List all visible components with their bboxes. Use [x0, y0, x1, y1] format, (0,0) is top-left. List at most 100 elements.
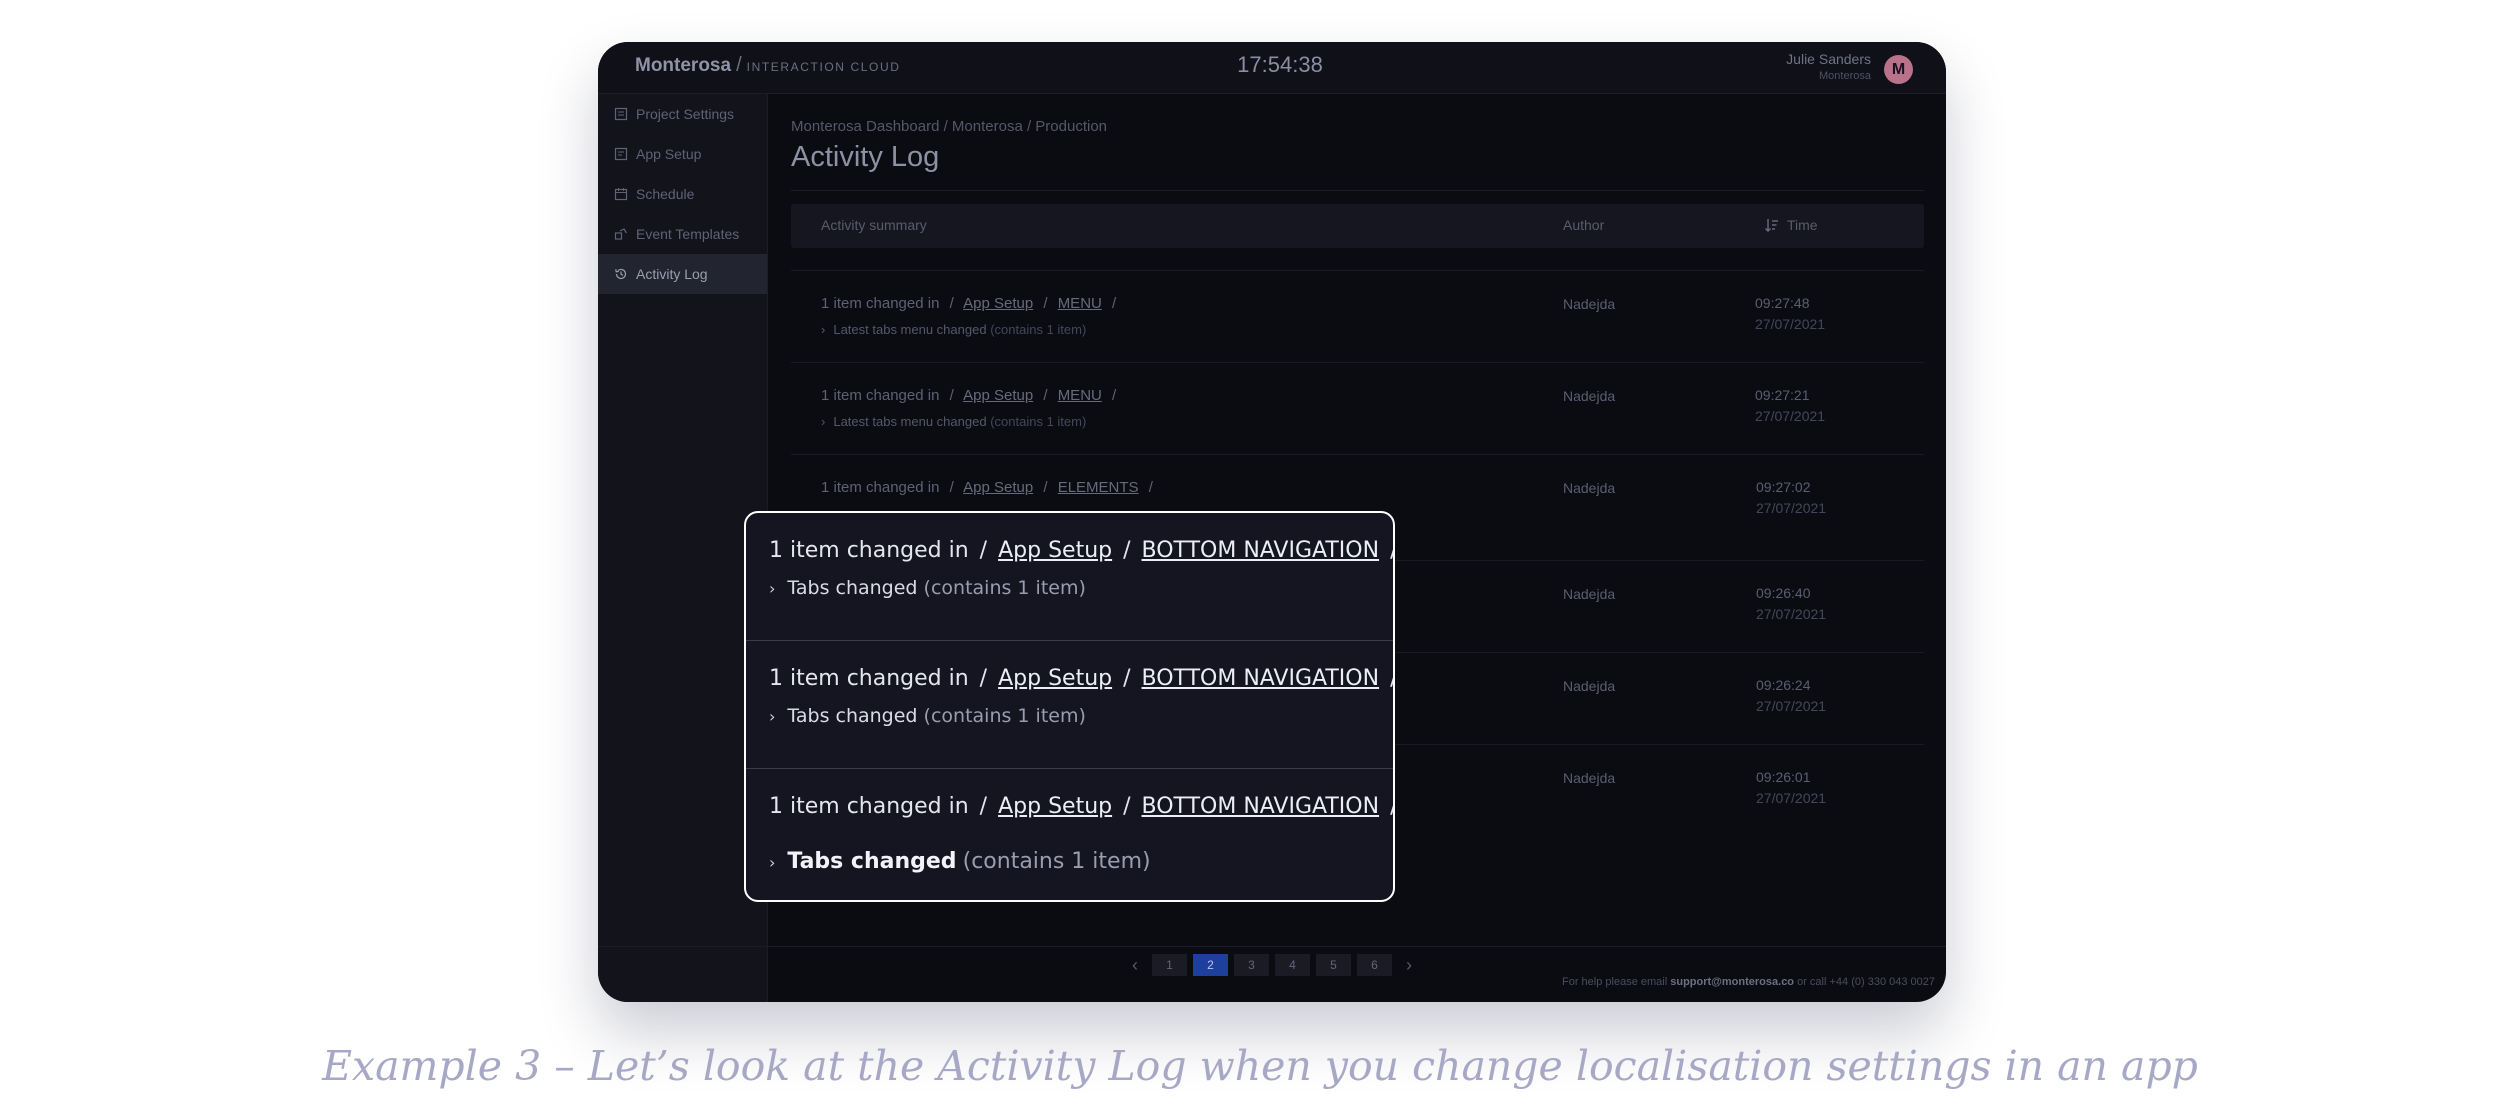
row-date: 27/07/2021 — [1756, 500, 1827, 516]
zoom-callout: 1 item changed in / App Setup / BOTTOM NAVIG… — [744, 511, 1395, 902]
row-prefix: 1 item changed in — [769, 538, 969, 563]
row-date: 27/07/2021 — [1756, 790, 1827, 806]
zoom-row[interactable]: 1 item changed in / App Setup / BOTTOM NAVIG… — [746, 513, 1393, 640]
page-button-1[interactable]: 1 — [1152, 954, 1187, 976]
table-header: Activity summary Author Time — [791, 204, 1924, 248]
row-summary: 1 item changed in / App Setup / MENU / — [821, 387, 1122, 404]
column-header-time[interactable]: Time — [1787, 217, 1818, 233]
section-link[interactable]: App Setup — [963, 387, 1033, 404]
support-email-link[interactable]: support@monterosa.co — [1670, 976, 1794, 988]
history-icon — [614, 267, 628, 281]
sidebar-item-app-setup[interactable]: App Setup — [598, 134, 767, 174]
row-count: (contains 1 item) — [990, 322, 1087, 337]
module-link[interactable]: MENU — [1058, 387, 1102, 404]
module-link[interactable]: BOTTOM NAVIGATION — [1142, 538, 1380, 563]
row-time: 09:27:02 — [1756, 479, 1811, 495]
row-detail: Tabs changed — [787, 577, 918, 599]
chevron-right-icon: › — [821, 414, 826, 429]
row-date: 27/07/2021 — [1756, 606, 1827, 622]
section-link[interactable]: App Setup — [998, 538, 1112, 563]
title-divider — [791, 190, 1924, 191]
row-detail-toggle[interactable]: › Latest tabs menu changed (contains 1 it… — [821, 322, 1086, 337]
row-time: 09:27:21 — [1755, 387, 1810, 403]
row-detail-toggle[interactable]: › Latest tabs menu changed (contains 1 it… — [821, 414, 1086, 429]
separator: / — [1043, 295, 1048, 312]
table-row[interactable]: 1 item changed in / App Setup / MENU / ›… — [791, 362, 1924, 454]
column-header-author: Author — [1563, 217, 1605, 233]
chevron-right-icon: › — [821, 322, 826, 337]
separator: / — [979, 538, 988, 563]
zoom-row-summary: 1 item changed in / App Setup / BOTTOM NAVIG… — [769, 538, 1393, 563]
user-info[interactable]: Julie Sanders Monterosa — [1786, 51, 1871, 82]
footer-divider — [598, 946, 1946, 947]
sidebar-item-project-settings[interactable]: Project Settings — [598, 94, 767, 134]
page-button-3[interactable]: 3 — [1234, 954, 1269, 976]
row-date: 27/07/2021 — [1755, 408, 1826, 424]
section-link[interactable]: App Setup — [998, 666, 1112, 691]
column-header-summary: Activity summary — [821, 217, 927, 233]
separator: / — [1123, 794, 1131, 819]
separator: / — [1148, 479, 1153, 496]
section-link[interactable]: App Setup — [963, 295, 1033, 312]
user-organisation: Monterosa — [1819, 70, 1871, 82]
page-title: Activity Log — [791, 141, 940, 173]
separator: / — [1043, 479, 1048, 496]
page-button-6[interactable]: 6 — [1357, 954, 1392, 976]
chevron-right-icon[interactable]: › — [1398, 954, 1420, 976]
breadcrumb[interactable]: Monterosa Dashboard / Monterosa / Produc… — [791, 118, 1107, 135]
row-detail: Tabs changed — [787, 705, 918, 727]
calendar-icon — [614, 187, 628, 201]
chevron-right-icon: › — [769, 707, 776, 726]
zoom-row-detail-toggle[interactable]: › Tabs changed (contains 1 item) — [769, 577, 1086, 599]
module-link[interactable]: BOTTOM NAVIGATION — [1142, 794, 1380, 819]
row-date: 27/07/2021 — [1756, 698, 1827, 714]
chevron-left-icon[interactable]: ‹ — [1124, 954, 1146, 976]
sidebar-item-event-templates[interactable]: Event Templates — [598, 214, 767, 254]
row-author: Nadejda — [1563, 480, 1616, 496]
table-row[interactable]: 1 item changed in / App Setup / MENU / ›… — [791, 270, 1924, 362]
row-count: (contains 1 item) — [990, 414, 1087, 429]
zoom-row[interactable]: 1 item changed in / App Setup / BOTTOM NAVIG… — [746, 768, 1393, 900]
zoom-row-summary: 1 item changed in / App Setup / BOTTOM NAVIG… — [769, 666, 1393, 691]
module-link[interactable]: ELEMENTS — [1058, 479, 1139, 496]
row-time: 09:27:48 — [1755, 295, 1810, 311]
sidebar-item-activity-log[interactable]: Activity Log — [598, 254, 767, 294]
separator: / — [1043, 387, 1048, 404]
row-summary: 1 item changed in / App Setup / MENU / — [821, 295, 1122, 312]
templates-icon — [614, 227, 628, 241]
chevron-right-icon: › — [769, 579, 776, 598]
row-time: 09:26:24 — [1756, 677, 1811, 693]
row-prefix: 1 item changed in — [821, 479, 940, 496]
sidebar: Project Settings App Setup Schedule Even… — [598, 94, 768, 1002]
footer-prefix: For help please email — [1562, 976, 1668, 988]
sort-icon[interactable] — [1763, 216, 1781, 234]
zoom-row[interactable]: 1 item changed in / App Setup / BOTTOM NAVIG… — [746, 640, 1393, 768]
page-button-4[interactable]: 4 — [1275, 954, 1310, 976]
module-link[interactable]: MENU — [1058, 295, 1102, 312]
sidebar-item-schedule[interactable]: Schedule — [598, 174, 767, 214]
chevron-right-icon: › — [769, 853, 776, 872]
footer-suffix: or call +44 (0) 330 043 0027 — [1797, 976, 1935, 988]
zoom-row-detail-toggle[interactable]: › Tabs changed (contains 1 item) — [769, 849, 1151, 874]
separator: / — [1390, 666, 1393, 691]
row-author: Nadejda — [1563, 678, 1616, 694]
separator: / — [1123, 538, 1131, 563]
page-button-5[interactable]: 5 — [1316, 954, 1351, 976]
zoom-row-detail-toggle[interactable]: › Tabs changed (contains 1 item) — [769, 705, 1086, 727]
row-detail: Tabs changed — [787, 849, 957, 874]
row-prefix: 1 item changed in — [821, 387, 940, 404]
avatar[interactable]: M — [1884, 55, 1913, 84]
logo[interactable]: Monterosa / INTERACTION CLOUD — [635, 54, 901, 80]
separator: / — [1390, 794, 1393, 819]
app-doc-icon — [614, 147, 628, 161]
row-author: Nadejda — [1563, 770, 1616, 786]
section-link[interactable]: App Setup — [998, 794, 1112, 819]
sidebar-item-label: App Setup — [636, 146, 702, 162]
row-prefix: 1 item changed in — [821, 295, 940, 312]
page-button-2[interactable]: 2 — [1193, 954, 1228, 976]
row-time: 09:26:40 — [1756, 585, 1811, 601]
section-link[interactable]: App Setup — [963, 479, 1033, 496]
footer-help: For help please email support@monterosa.… — [1562, 976, 1935, 988]
module-link[interactable]: BOTTOM NAVIGATION — [1142, 666, 1380, 691]
pagination: ‹ 1 2 3 4 5 6 › — [1124, 954, 1420, 976]
